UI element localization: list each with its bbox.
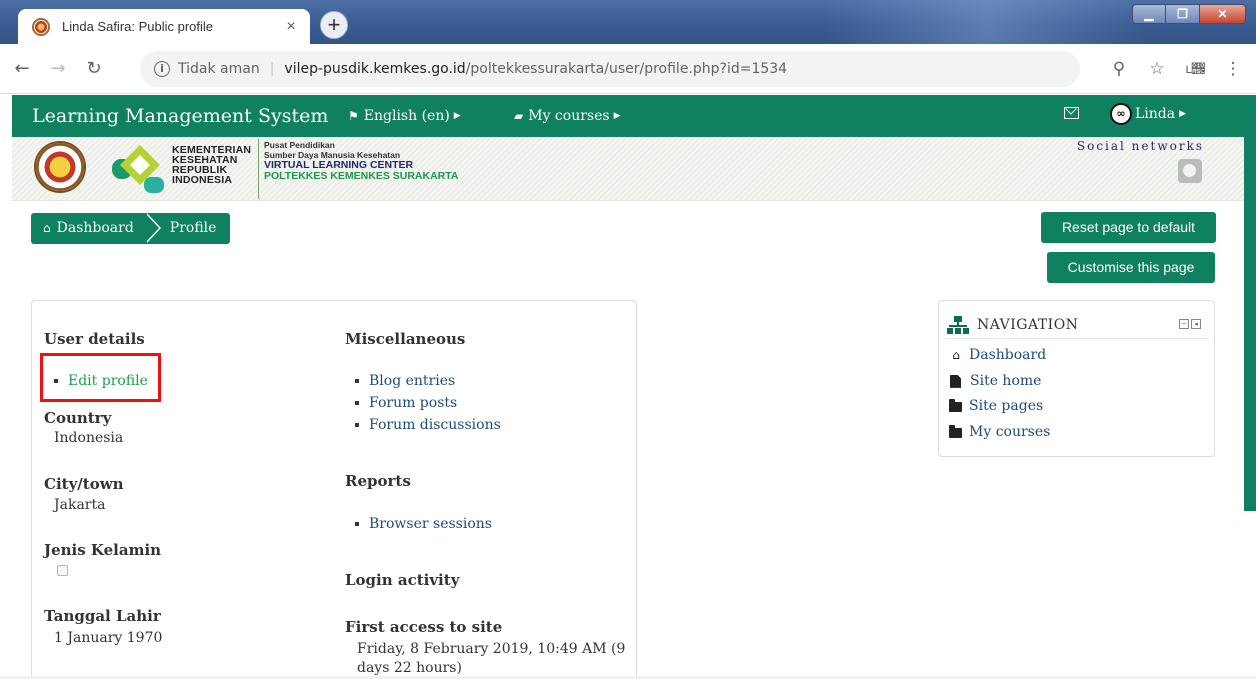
- edit-profile-highlight: [40, 353, 161, 402]
- language-label: English (en): [363, 108, 450, 124]
- first-access-label: First access to site: [345, 618, 503, 636]
- address-bar[interactable]: i Tidak aman | vilep-pusdik.kemkes.go.id…: [140, 51, 1080, 87]
- reset-page-button[interactable]: Reset page to default: [1041, 212, 1216, 243]
- page-icon: [950, 374, 961, 388]
- caret-right-icon: ▶: [1179, 109, 1187, 119]
- not-secure-label: Tidak aman: [178, 61, 260, 77]
- url-path: /poltekkessurakarta/user/profile.php?id=…: [465, 61, 788, 77]
- sitemap-icon: [947, 315, 969, 334]
- navigation-block: NAVIGATION − ◂ ⌂ Dashboard Site home Sit…: [938, 300, 1215, 457]
- miscellaneous-title: Miscellaneous: [345, 330, 466, 348]
- country-value: Indonesia: [54, 430, 124, 446]
- forum-posts-link[interactable]: Forum posts: [353, 392, 501, 414]
- nav-item-dashboard[interactable]: ⌂ Dashboard: [949, 343, 1050, 369]
- folder-icon: [949, 398, 962, 412]
- reports-title: Reports: [345, 472, 411, 490]
- close-icon[interactable]: ✕: [1200, 4, 1246, 24]
- browser-titlebar: Linda Safira: Public profile × + ▁ ❐ ✕: [0, 0, 1256, 44]
- breadcrumb: ⌂ Dashboard Profile: [31, 212, 231, 244]
- home-icon: ⌂: [952, 348, 960, 362]
- bookmark-star-icon[interactable]: ☆: [1138, 59, 1176, 79]
- header-banner: KEMENTERIAN KESEHATAN REPUBLIK INDONESIA…: [12, 137, 1244, 201]
- home-icon: ⌂: [43, 221, 51, 235]
- social-network-icon[interactable]: [1178, 159, 1202, 183]
- user-details-title: User details: [44, 330, 145, 348]
- login-activity-title: Login activity: [345, 571, 460, 589]
- browser-tab-active[interactable]: Linda Safira: Public profile ×: [18, 9, 310, 44]
- social-networks-label: Social networks: [1076, 139, 1204, 153]
- window-controls: ▁ ❐ ✕: [1132, 4, 1246, 24]
- menu-kebab-icon[interactable]: ⋮: [1214, 59, 1252, 79]
- gender-label: Jenis Kelamin: [44, 541, 162, 559]
- kementerian-text: KEMENTERIAN KESEHATAN REPUBLIK INDONESIA: [172, 144, 252, 186]
- banner-divider: [258, 139, 259, 199]
- reports-list: Browser sessions: [353, 513, 492, 535]
- caret-right-icon: ▶: [453, 111, 461, 121]
- city-label: City/town: [44, 475, 124, 493]
- navigation-title: NAVIGATION: [977, 316, 1079, 333]
- my-courses-label: My courses: [528, 108, 610, 124]
- country-label: Country: [44, 409, 112, 427]
- browser-toolbar: ← → ↻ i Tidak aman | vilep-pusdik.kemkes…: [0, 44, 1256, 94]
- tab-title: Linda Safira: Public profile: [62, 19, 214, 34]
- organization-text: Pusat Pendidikan Sumber Daya Manusia Kes…: [264, 140, 459, 182]
- kemenkes-leaf-logo: [112, 145, 164, 193]
- city-value: Jakarta: [54, 497, 106, 513]
- messages-envelope-icon[interactable]: [1064, 107, 1079, 119]
- toolbar-right: ⚲ ☆ ʟ𐩜 ⋮: [1100, 44, 1256, 94]
- new-tab-button[interactable]: +: [320, 11, 348, 39]
- dob-label: Tanggal Lahir: [44, 607, 161, 625]
- url-host: vilep-pusdik.kemkes.go.id: [284, 61, 466, 77]
- miscellaneous-list: Blog entries Forum posts Forum discussio…: [353, 370, 501, 436]
- browser-sessions-link[interactable]: Browser sessions: [353, 513, 492, 535]
- user-avatar: ∞: [1110, 103, 1132, 125]
- user-name: Linda: [1135, 106, 1176, 122]
- collapse-block-icon[interactable]: −: [1179, 319, 1189, 329]
- flag-icon: ⚑: [348, 109, 359, 123]
- block-controls: − ◂: [1177, 319, 1201, 329]
- site-brand[interactable]: Learning Management System: [32, 105, 328, 127]
- navigation-block-header: NAVIGATION − ◂: [947, 311, 1209, 339]
- breadcrumb-arrow: [144, 212, 161, 243]
- reload-icon[interactable]: ↻: [76, 58, 112, 79]
- zoom-icon[interactable]: ⚲: [1100, 59, 1138, 79]
- info-icon[interactable]: i: [154, 61, 170, 77]
- my-courses-menu[interactable]: ▰ My courses ▶: [514, 108, 620, 124]
- poltekkes-seal-logo: [34, 141, 86, 193]
- language-menu[interactable]: ⚑ English (en) ▶: [348, 108, 461, 124]
- minimize-icon[interactable]: ▁: [1132, 4, 1166, 24]
- user-menu[interactable]: ∞ Linda ▶: [1110, 103, 1186, 125]
- forward-arrow-icon[interactable]: →: [40, 58, 76, 79]
- blog-entries-link[interactable]: Blog entries: [353, 370, 501, 392]
- nav-item-site-pages[interactable]: Site pages: [949, 394, 1050, 420]
- dock-block-icon[interactable]: ◂: [1191, 319, 1201, 329]
- nav-item-my-courses[interactable]: My courses: [949, 420, 1050, 446]
- site-favicon-icon: [32, 17, 50, 36]
- first-access-value-continued: days 22 hours): [357, 660, 462, 676]
- forum-discussions-link[interactable]: Forum discussions: [353, 414, 501, 436]
- breadcrumb-profile[interactable]: Profile: [144, 212, 231, 244]
- gender-checkbox: [57, 565, 68, 576]
- maximize-icon[interactable]: ❐: [1166, 4, 1200, 24]
- folder-icon: [949, 424, 962, 438]
- navigation-list: ⌂ Dashboard Site home Site pages My cour…: [949, 343, 1050, 445]
- page-edge-strip: [1244, 95, 1256, 511]
- url-separator: |: [269, 61, 275, 77]
- nav-item-site-home[interactable]: Site home: [949, 369, 1050, 395]
- tab-close-icon[interactable]: ×: [282, 18, 300, 36]
- briefcase-icon: ▰: [514, 109, 524, 123]
- caret-right-icon: ▶: [613, 111, 621, 121]
- dob-value: 1 January 1970: [54, 630, 163, 646]
- back-arrow-icon[interactable]: ←: [4, 58, 40, 79]
- breadcrumb-dashboard[interactable]: ⌂ Dashboard: [31, 213, 148, 244]
- site-navbar: Learning Management System ⚑ English (en…: [12, 95, 1244, 137]
- customise-page-button[interactable]: Customise this page: [1047, 252, 1215, 283]
- first-access-value: Friday, 8 February 2019, 10:49 AM (9: [357, 641, 626, 657]
- profile-avatar-icon[interactable]: ʟ𐩜: [1176, 62, 1214, 77]
